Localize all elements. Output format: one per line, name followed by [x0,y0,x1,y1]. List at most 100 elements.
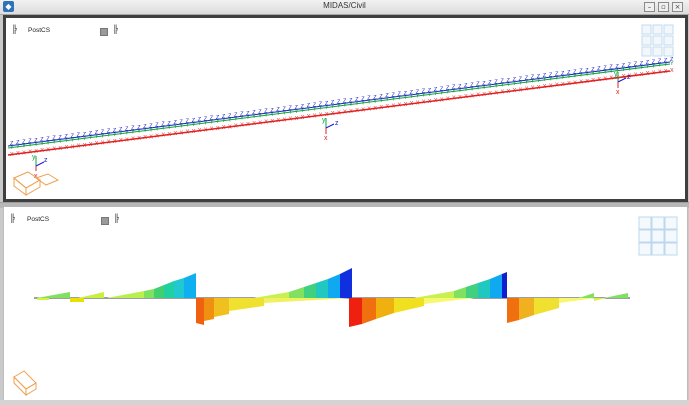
beam-mark-y: Y [295,109,299,115]
mid-axis-x-label: x [324,135,328,142]
beam-mark-y: Y [373,99,377,105]
beam-mark-y: Y [331,104,335,110]
beam-mark-x: X [446,97,450,103]
beam-mark-x: X [634,73,638,79]
beam-mark-y: Y [549,76,553,82]
beam-mark-x: X [77,144,81,150]
beam-mark-y: Y [149,127,153,133]
beam-mark-x: X [513,88,517,94]
shear-segment [424,298,474,304]
beam-mark-x: X [204,127,208,133]
beam-mark-y: Y [325,105,329,111]
beam-mark-x: X [283,117,287,123]
beam-mark-y: Y [180,123,184,129]
beam-mark-x: X [46,147,50,153]
mid-axis-triad [325,118,335,134]
beam-mark-x: X [313,114,317,120]
shear-segment [478,279,490,298]
mid-axis-z-label: z [335,120,339,127]
beam-mark-x: X [640,72,644,78]
beam-mark-y: Y [573,73,577,79]
beam-mark-x: X [652,70,656,76]
beam-mark-x: X [113,139,117,145]
beam-mark-x: X [325,112,329,118]
shear-segment [466,283,478,298]
beam-mark-x: X [155,134,159,140]
shear-segment [204,298,214,321]
beam-mark-x: X [367,107,371,113]
shear-segment [328,274,340,298]
beam-mark-x: X [392,103,396,109]
beam-mark-y: Y [488,84,492,90]
beam-mark-x: X [167,132,171,138]
close-icon[interactable]: × [672,2,683,12]
beam-mark-x: X [379,105,383,111]
beam-mark-y: Y [313,107,317,113]
mid-axis-y-label: y [322,117,326,124]
beam-mark-y: Y [58,139,62,145]
beam-mark-y: Y [301,108,305,114]
shear-segment [254,292,289,298]
beam-mark-y: Y [264,113,268,119]
beam-mark-y: Y [494,83,498,89]
beam-mark-x: X [222,125,226,131]
beam-mark-x: X [385,104,389,110]
beam-mark-x: X [664,69,668,75]
beam-mark-x: X [234,124,238,130]
window-title: MIDAS/Civil [323,1,366,10]
restore-icon[interactable]: ▫ [658,2,669,12]
beam-mark-y: Y [440,90,444,96]
view-cube-icon[interactable] [641,24,674,57]
beam-mark-y: Y [525,80,529,86]
beam-mark-y: Y [428,92,432,98]
beam-mark-y: Y [143,128,147,134]
beam-mark-x: X [198,128,202,134]
orientation-box-icon [13,370,37,397]
beam-mark-y: Y [513,81,517,87]
beam-mark-y: Y [392,96,396,102]
beam-mark-y: Y [319,106,323,112]
beam-mark-x: X [519,87,523,93]
shear-segment [264,298,349,303]
minimize-icon[interactable]: – [644,2,655,12]
beam-mark-y: Y [343,103,347,109]
beam-mark-x: X [149,134,153,140]
diagram-viewport-bottom[interactable]: ╠ PostCS ╠ [3,207,688,400]
beam-mark-x: X [428,99,432,105]
beam-mark-y: Y [640,65,644,71]
beam-mark-x: X [95,141,99,147]
beam-mark-x: X [337,110,341,116]
beam-mark-x: X [71,144,75,150]
beam-mark-y: Y [252,114,256,120]
beam-mark-y: Y [579,73,583,79]
beam-model-canvas[interactable]: ZYXZYXZYXZYXZYXZYXZYXZYXZYXZYXZYXZYXZYXZ… [6,18,685,199]
beam-mark-y: Y [95,134,99,140]
axis-z-label: z [44,157,48,164]
beam-mark-y: Y [258,113,262,119]
beam-mark-x: X [398,103,402,109]
beam-mark-y: Y [65,138,69,144]
beam-mark-y: Y [507,82,511,88]
beam-mark-y: Y [561,75,565,81]
shear-segment [107,291,144,298]
beam-mark-y: Y [452,89,456,95]
shear-force-diagram[interactable] [4,207,687,400]
beam-mark-y: Y [167,125,171,131]
beam-mark-y: Y [131,130,135,136]
beam-mark-x: X [591,78,595,84]
beam-mark-x: X [295,116,299,122]
beam-mark-y: Y [71,137,75,143]
beam-mark-x: X [416,100,420,106]
beam-mark-y: Y [222,118,226,124]
beam-mark-x: X [119,138,123,144]
beam-mark-x: X [174,131,178,137]
shear-segment [349,298,362,327]
beam-mark-x: X [349,109,353,115]
beam-mark-y: Y [28,143,32,149]
beam-mark-x: X [228,124,232,130]
view-cube-icon[interactable] [638,216,678,256]
model-viewport-top[interactable]: ╠ PostCS ╠ ZYXZYXZYXZYXZYXZYXZYXZYXZYXZY… [3,15,688,202]
shear-segment [70,298,84,302]
shear-segment [507,298,519,323]
beam-mark-y: Y [367,100,371,106]
